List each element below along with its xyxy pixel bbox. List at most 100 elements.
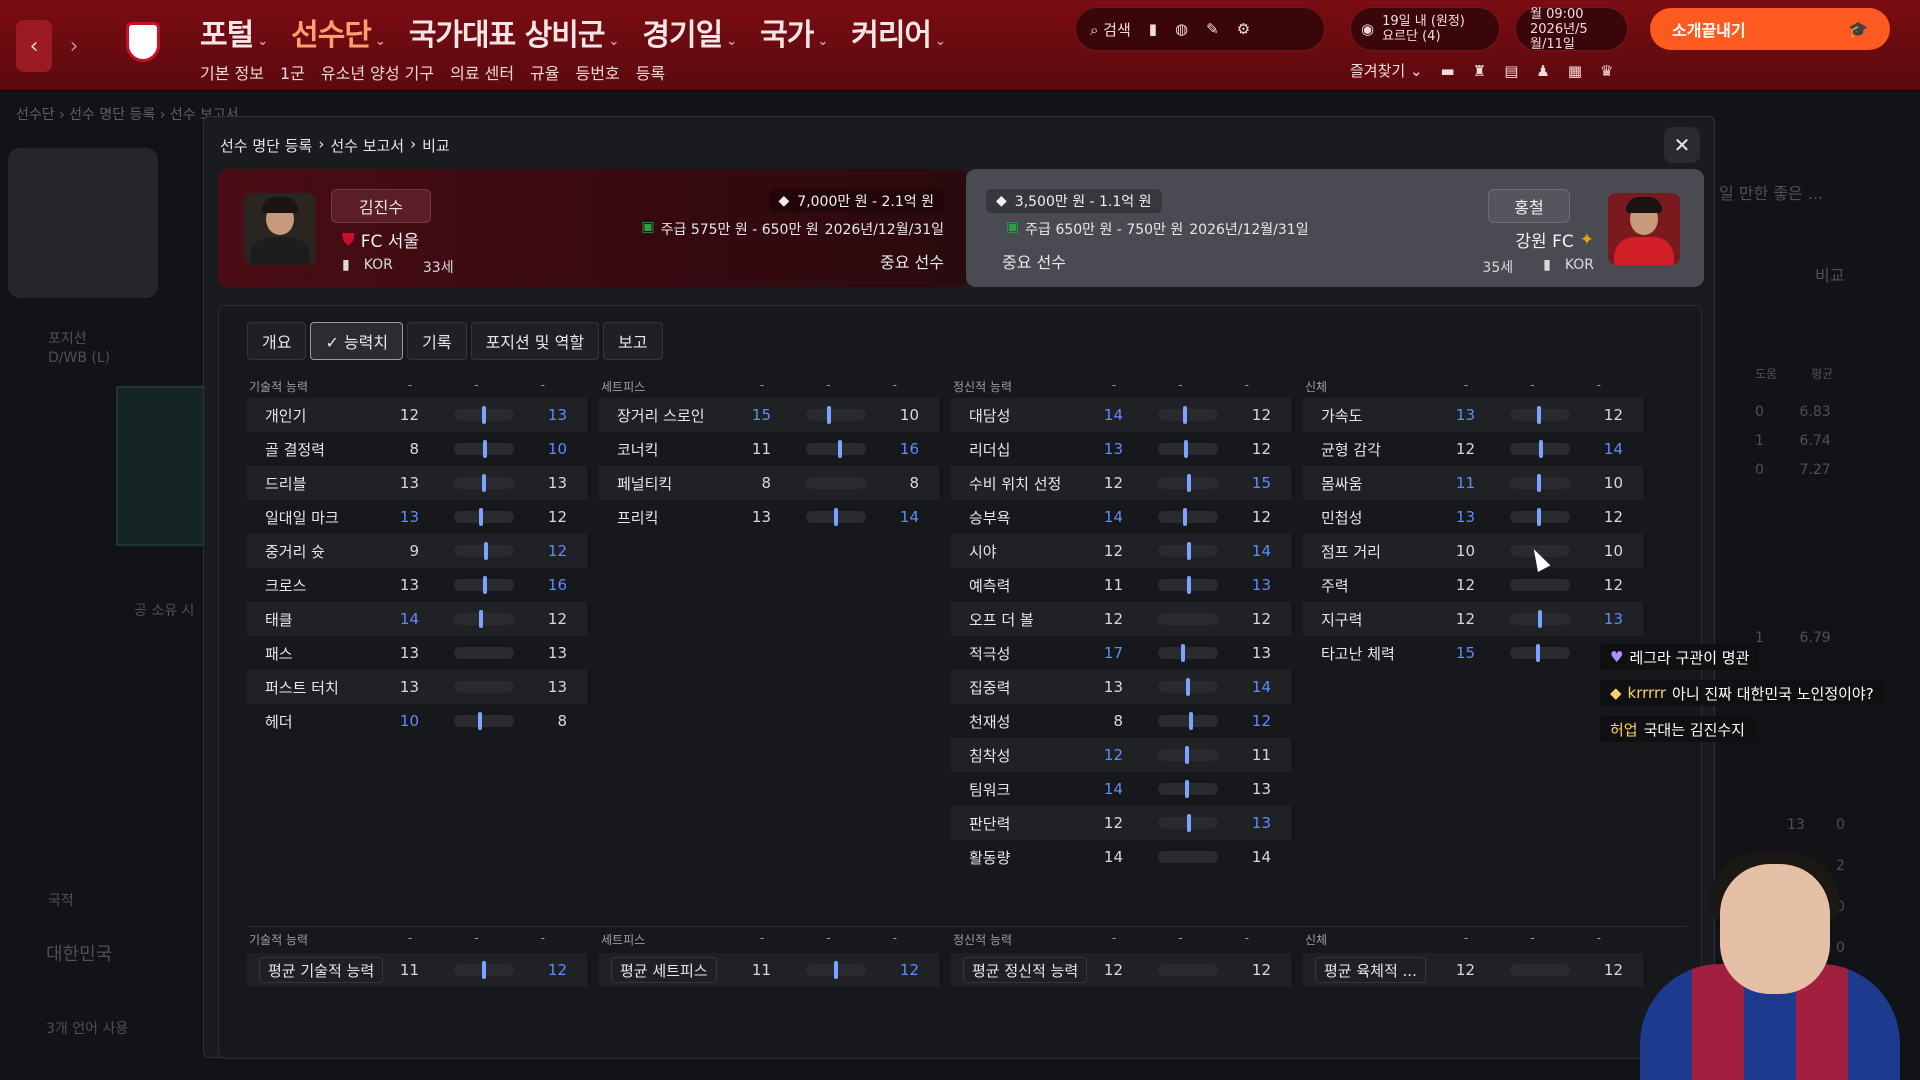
attribute-row[interactable]: 개인기 12 13 — [247, 398, 587, 432]
menu-national-squad[interactable]: 국가대표 상비군 ⌄ — [409, 10, 620, 54]
attribute-row[interactable]: 헤더 10 8 — [247, 704, 587, 738]
attribute-label: 장거리 스로인 — [617, 406, 705, 425]
attribute-row[interactable]: 시야 12 14 — [951, 534, 1291, 568]
attribute-row[interactable]: 프리킥 13 14 — [599, 500, 939, 534]
continue-button[interactable]: 소개끝내기 🎓 — [1650, 8, 1890, 50]
attribute-row[interactable]: 주력 12 12 — [1303, 568, 1643, 602]
menu-matchday[interactable]: 경기일 ⌄ — [642, 10, 737, 54]
attribute-row[interactable]: 가속도 13 12 — [1303, 398, 1643, 432]
right-player-value: 13 — [547, 678, 567, 696]
trophy-icon[interactable]: ♛ — [1600, 62, 1613, 80]
right-player-photo[interactable] — [1608, 193, 1680, 265]
tab-report[interactable]: 보고 — [603, 322, 663, 360]
bookmark-icon[interactable]: ▮ — [1149, 20, 1157, 38]
attribute-row[interactable]: 민첩성 13 12 — [1303, 500, 1643, 534]
attribute-row[interactable]: 골 결정력 8 10 — [247, 432, 587, 466]
attribute-row[interactable]: 예측력 11 13 — [951, 568, 1291, 602]
comparison-bar — [1510, 508, 1570, 526]
attribute-row[interactable]: 천재성 8 12 — [951, 704, 1291, 738]
attribute-row[interactable]: 점프 거리 10 10 — [1303, 534, 1643, 568]
average-row[interactable]: 평균 육체적 ... 12 12 — [1303, 953, 1643, 987]
attribute-row[interactable]: 태클 14 12 — [247, 602, 587, 636]
submenu-first-team[interactable]: 1군 — [280, 60, 305, 84]
comparison-marker — [1187, 542, 1192, 560]
gear-icon[interactable]: ⚙ — [1237, 20, 1250, 38]
submenu-squad-numbers[interactable]: 등번호 — [576, 60, 620, 84]
close-button[interactable]: ✕ — [1664, 127, 1700, 163]
left-player-club[interactable]: FC 서울 — [361, 227, 419, 252]
attribute-row[interactable]: 승부욕 14 12 — [951, 500, 1291, 534]
menu-squad[interactable]: 선수단 ⌄ — [291, 10, 386, 54]
favorites-dropdown[interactable]: 즐겨찾기 ⌄ — [1350, 60, 1423, 81]
attribute-row[interactable]: 코너킥 11 16 — [599, 432, 939, 466]
tab-positions-roles[interactable]: 포지션 및 역할 — [470, 322, 600, 360]
attribute-row[interactable]: 몸싸움 11 10 — [1303, 466, 1643, 500]
left-player-value: 12 — [399, 406, 419, 424]
attribute-row[interactable]: 판단력 12 13 — [951, 806, 1291, 840]
menu-nation[interactable]: 국가 ⌄ — [760, 10, 828, 54]
attribute-row[interactable]: 집중력 13 14 — [951, 670, 1291, 704]
left-player-photo[interactable] — [244, 193, 316, 265]
right-player-name[interactable]: 홍철 — [1488, 189, 1570, 223]
left-player-value: 8 — [1113, 712, 1123, 730]
menu-portal[interactable]: 포털 ⌄ — [200, 10, 268, 54]
club-crest-icon[interactable] — [126, 22, 160, 62]
attribute-row[interactable]: 타고난 체력1513 — [1303, 636, 1643, 670]
people-icon[interactable]: ♟ — [1536, 62, 1549, 80]
submenu-medical[interactable]: 의료 센터 — [450, 60, 514, 84]
tab-attributes[interactable]: ✓ 능력치 — [310, 322, 404, 360]
pencil-icon[interactable]: ✎ — [1206, 20, 1219, 38]
average-row[interactable]: 평균 세트피스 11 12 — [599, 953, 939, 987]
attribute-row[interactable]: 리더십 13 12 — [951, 432, 1291, 466]
left-player-name[interactable]: 김진수 — [331, 189, 431, 223]
left-player-value: 12 — [1455, 576, 1475, 594]
game-date-pill[interactable]: 월 09:00 2026년/5월/11일 — [1515, 7, 1628, 52]
attribute-row[interactable]: 팀워크 14 13 — [951, 772, 1291, 806]
right-player-card: 홍철 강원 FC ✦ 35세 ▮ KOR ◆ 3,500만 원 - 1.1억 원… — [966, 169, 1704, 287]
chat-icon[interactable]: ▬ — [1441, 62, 1455, 80]
back-arrow-icon[interactable]: ‹ — [16, 20, 52, 72]
next-match-pill[interactable]: ◉ 19일 내 (원정) 요르단 (4) — [1350, 7, 1500, 51]
attribute-label: 예측력 — [969, 576, 1011, 595]
submenu-youth[interactable]: 유소년 양성 기구 — [321, 60, 434, 84]
attribute-row[interactable]: 침착성 12 11 — [951, 738, 1291, 772]
attribute-row[interactable]: 퍼스트 터치 13 13 — [247, 670, 587, 704]
crumb-squad-registration[interactable]: 선수 명단 등록 — [220, 135, 312, 156]
attribute-row[interactable]: 중거리 슛 9 12 — [247, 534, 587, 568]
forward-arrow-icon[interactable]: › — [56, 20, 92, 72]
attribute-row[interactable]: 크로스 13 16 — [247, 568, 587, 602]
flag-icon: ▮ — [342, 257, 350, 273]
right-player-value: 11 — [1251, 746, 1271, 764]
menu-career[interactable]: 커리어 ⌄ — [851, 10, 946, 54]
clipboard-icon[interactable]: ▦ — [1568, 62, 1582, 80]
crumb-player-report[interactable]: 선수 보고서 — [330, 135, 404, 156]
submenu-discipline[interactable]: 규율 — [530, 60, 559, 84]
right-player-club[interactable]: 강원 FC — [1515, 227, 1573, 252]
comparison-marker — [483, 440, 488, 458]
shirt-icon[interactable]: ♜ — [1473, 62, 1486, 80]
search-button[interactable]: ⌕ 검색 — [1090, 19, 1131, 40]
document-icon[interactable]: ▤ — [1504, 62, 1518, 80]
average-row[interactable]: 평균 정신적 능력 12 12 — [951, 953, 1291, 987]
attribute-row[interactable]: 페널티킥 8 8 — [599, 466, 939, 500]
tab-overview[interactable]: 개요 — [247, 322, 307, 360]
attribute-row[interactable]: 균형 감각 12 14 — [1303, 432, 1643, 466]
attribute-row[interactable]: 일대일 마크 13 12 — [247, 500, 587, 534]
left-player-nation-line: ▮ KOR 33세 — [342, 257, 454, 277]
left-player-value: 11 — [751, 440, 771, 458]
tab-history[interactable]: 기록 — [407, 322, 467, 360]
attribute-row[interactable]: 장거리 스로인 15 10 — [599, 398, 939, 432]
attribute-row[interactable]: 지구력 12 13 — [1303, 602, 1643, 636]
attribute-row[interactable]: 대담성 14 12 — [951, 398, 1291, 432]
attribute-row[interactable]: 오프 더 볼 12 12 — [951, 602, 1291, 636]
attribute-row[interactable]: 드리블 13 13 — [247, 466, 587, 500]
submenu-basic-info[interactable]: 기본 정보 — [200, 60, 264, 84]
attribute-row[interactable]: 패스 13 13 — [247, 636, 587, 670]
attribute-row[interactable]: 적극성 17 13 — [951, 636, 1291, 670]
attribute-row[interactable]: 수비 위치 선정 12 15 — [951, 466, 1291, 500]
attribute-row[interactable]: 활동량 14 14 — [951, 840, 1291, 874]
globe-icon[interactable]: ◍ — [1175, 20, 1188, 38]
submenu-registration[interactable]: 등록 — [636, 60, 665, 84]
average-row[interactable]: 평균 기술적 능력 11 12 — [247, 953, 587, 987]
right-player-value: 13 — [1251, 644, 1271, 662]
